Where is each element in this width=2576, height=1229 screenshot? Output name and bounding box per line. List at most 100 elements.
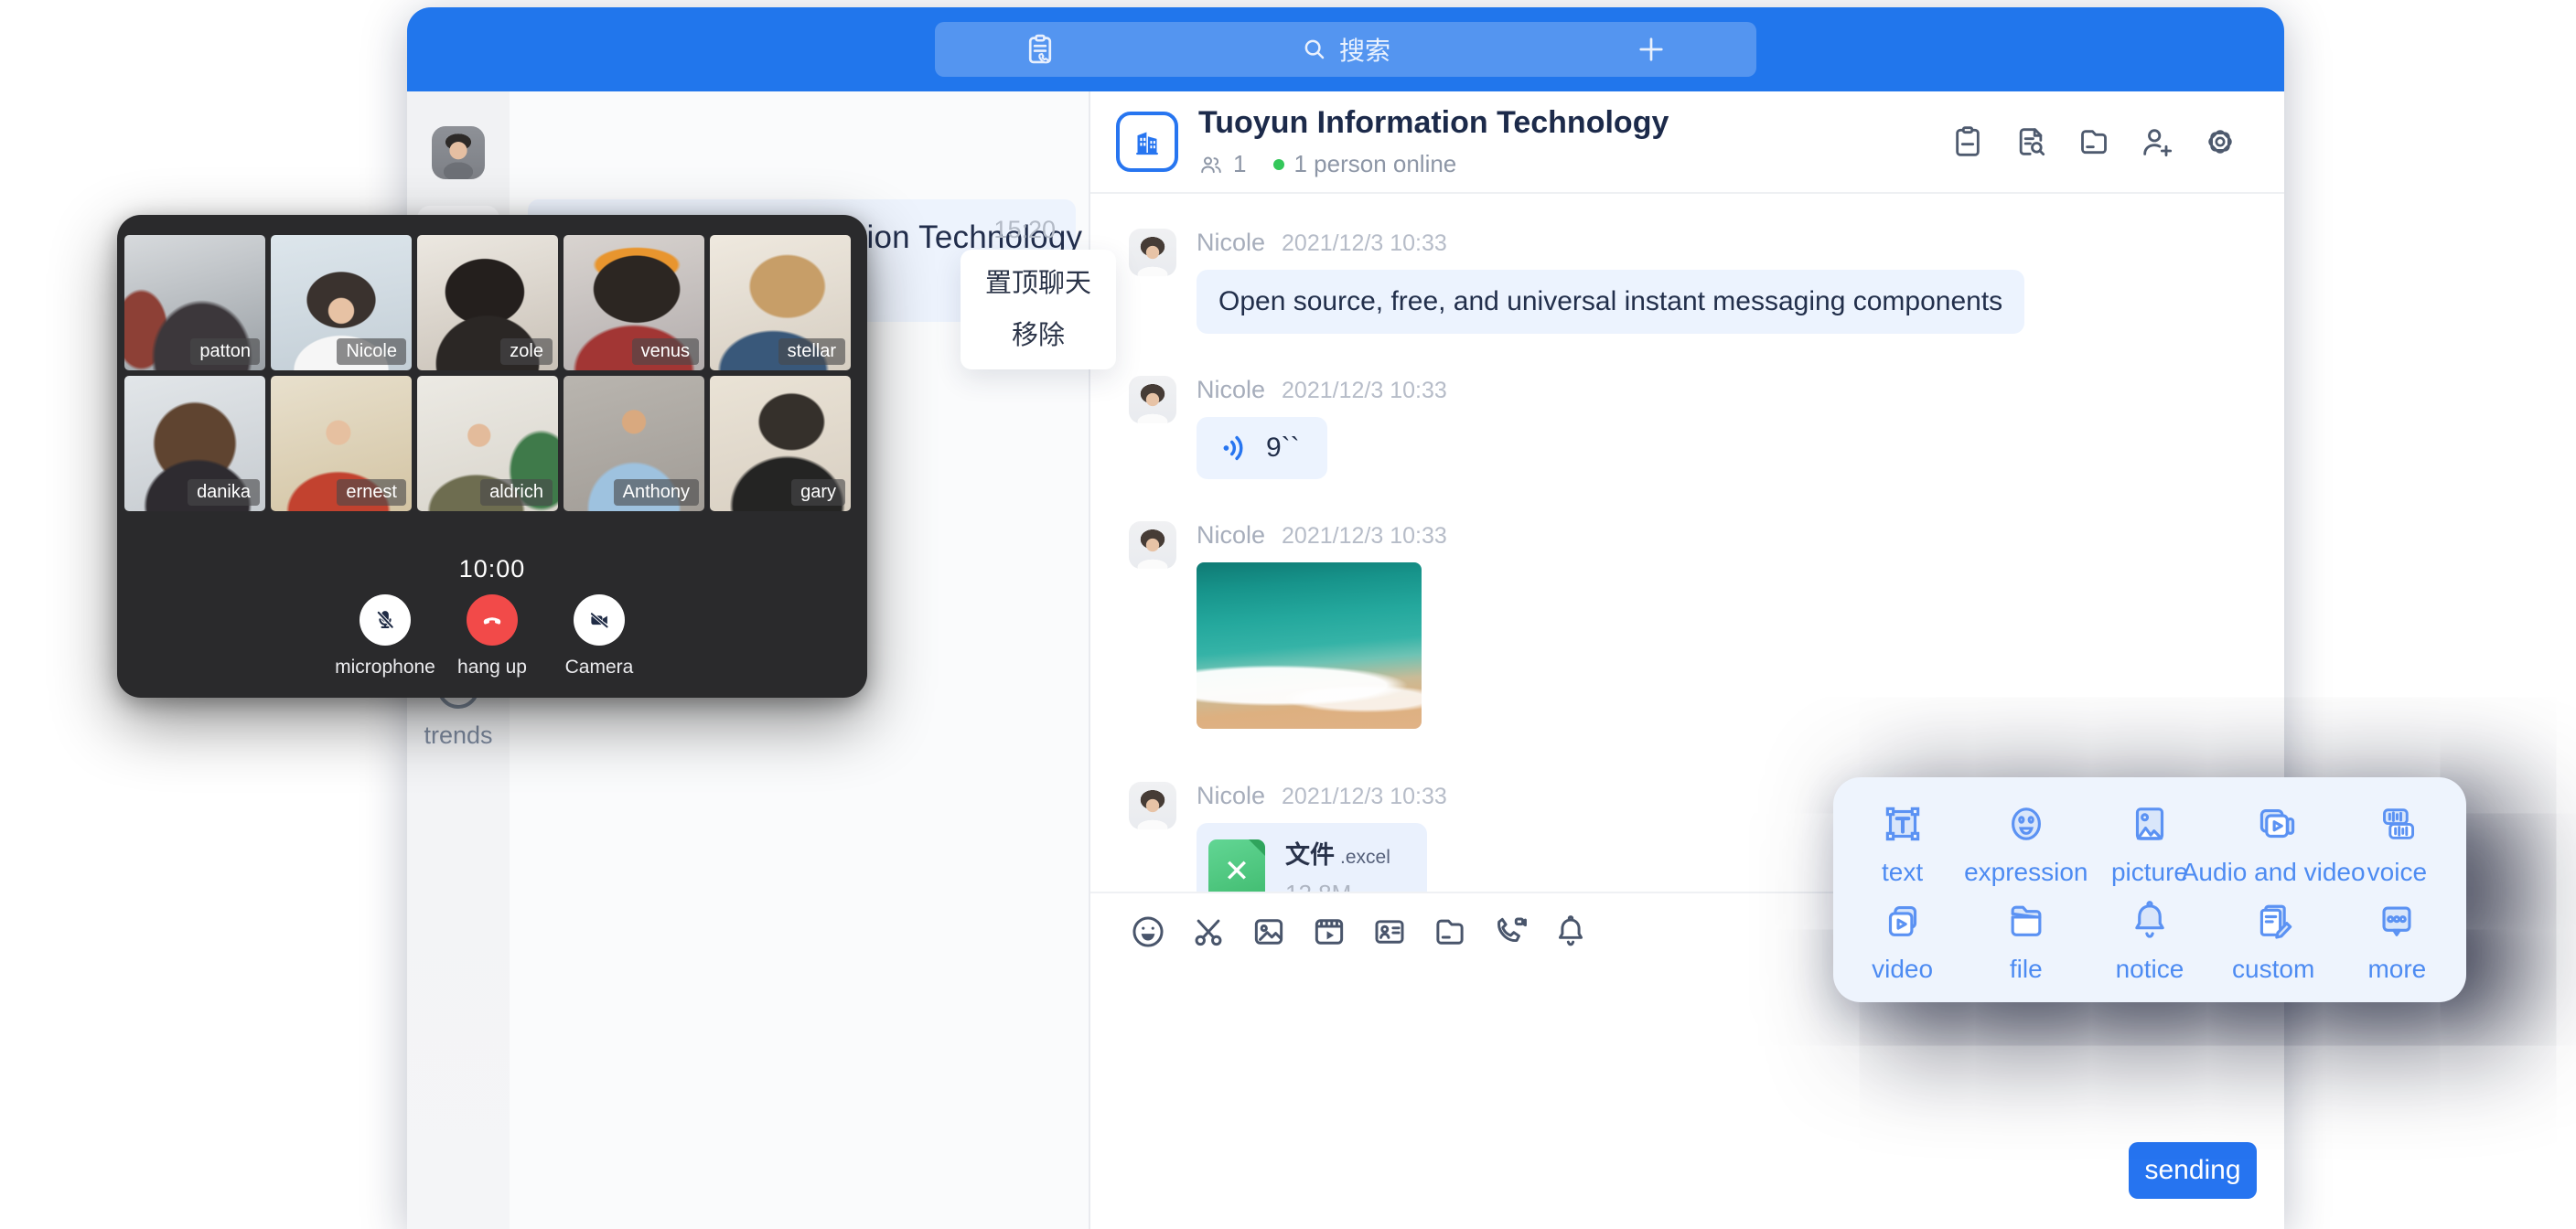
sender-avatar[interactable] xyxy=(1129,782,1176,829)
sender-name: Nicole xyxy=(1197,521,1265,550)
text-icon xyxy=(1878,799,1927,849)
chat-title: Tuoyun Information Technology xyxy=(1198,105,1669,141)
panel-item-expression[interactable]: expression xyxy=(1964,796,2088,887)
online-dot xyxy=(1273,159,1284,170)
participant-name: Anthony xyxy=(614,479,699,506)
video-icon xyxy=(1878,896,1927,946)
sender-name: Nicole xyxy=(1197,782,1265,810)
call-timer: 10:00 xyxy=(124,555,860,583)
send-button[interactable]: sending xyxy=(2129,1142,2257,1199)
panel-item-notice[interactable]: notice xyxy=(2088,892,2211,984)
video-tile[interactable]: danika xyxy=(124,376,265,511)
member-count: 1 xyxy=(1233,150,1246,178)
video-tile[interactable]: Anthony xyxy=(564,376,704,511)
search-box[interactable]: 搜索 xyxy=(1145,22,1546,77)
chat-area: Tuoyun Information Technology 1 1 person… xyxy=(1089,91,2284,1229)
members-icon xyxy=(1198,152,1224,177)
video-tile[interactable]: zole xyxy=(417,235,558,370)
call-log-button[interactable] xyxy=(935,22,1145,77)
message-timestamp: 2021/12/3 10:33 xyxy=(1282,523,1447,550)
panel-item-more[interactable]: more xyxy=(2335,892,2459,984)
file-message[interactable]: ✕ 文件.excel 12.8M xyxy=(1197,823,1427,892)
message-row: Nicole 2021/12/3 10:33 Open source, free… xyxy=(1129,229,2284,334)
compose-area[interactable]: sending xyxy=(1090,970,2284,1229)
sender-avatar[interactable] xyxy=(1129,521,1176,569)
panel-item-audio-video[interactable]: Audio and video xyxy=(2212,796,2335,887)
participant-name: zole xyxy=(500,338,553,365)
context-menu-remove[interactable]: 移除 xyxy=(961,311,1116,360)
call-controls: microphone hang up xyxy=(124,594,860,679)
sender-avatar[interactable] xyxy=(1129,376,1176,423)
video-tile[interactable]: ernest xyxy=(271,376,412,511)
settings-gear-icon[interactable] xyxy=(2202,123,2238,160)
participant-name: stellar xyxy=(778,338,845,365)
panel-item-label: video xyxy=(1872,955,1933,984)
context-menu-pin[interactable]: 置顶聊天 xyxy=(961,259,1116,308)
camera-label: Camera xyxy=(565,657,634,679)
group-icon xyxy=(1116,112,1178,172)
hang-up-button[interactable]: hang up xyxy=(439,594,546,679)
top-search-bar: 搜索 xyxy=(935,22,1756,77)
trends-label: trends xyxy=(424,721,492,750)
participant-name: aldrich xyxy=(480,479,553,506)
hang-up-icon xyxy=(478,606,506,634)
screenshot-scissors-icon[interactable] xyxy=(1189,913,1228,951)
video-call-icon[interactable] xyxy=(1491,913,1530,951)
custom-icon xyxy=(2249,896,2298,946)
chat-header: Tuoyun Information Technology 1 1 person… xyxy=(1090,91,2284,194)
search-icon xyxy=(1301,36,1328,63)
chat-record-search-icon[interactable] xyxy=(2012,123,2049,160)
video-tile[interactable]: venus xyxy=(564,235,704,370)
voice-message[interactable]: 9`` xyxy=(1197,417,1327,479)
message-timestamp: 2021/12/3 10:33 xyxy=(1282,784,1447,810)
participant-name: ernest xyxy=(337,479,406,506)
file-folder-icon[interactable] xyxy=(1431,913,1469,951)
user-avatar[interactable] xyxy=(432,126,485,179)
panel-item-label: file xyxy=(2010,955,2043,984)
message-row: Nicole 2021/12/3 10:33 9`` xyxy=(1129,376,2284,479)
participant-name: venus xyxy=(632,338,699,365)
microphone-toggle[interactable]: microphone xyxy=(332,594,439,679)
screen: 搜索 trends xyxy=(0,0,2576,1229)
panel-item-label: more xyxy=(2367,955,2426,984)
message-timestamp: 2021/12/3 10:33 xyxy=(1282,230,1447,257)
group-notice-icon[interactable] xyxy=(1949,123,1986,160)
video-tile[interactable]: patton xyxy=(124,235,265,370)
video-tile[interactable]: gary xyxy=(710,376,851,511)
camera-toggle[interactable]: Camera xyxy=(546,594,653,679)
video-tile[interactable]: Nicole xyxy=(271,235,412,370)
online-status: 1 person online xyxy=(1293,150,1456,178)
file-folder-icon xyxy=(2002,896,2051,946)
video-tile[interactable]: stellar xyxy=(710,235,851,370)
context-menu: 置顶聊天 移除 xyxy=(961,250,1116,369)
image-message[interactable] xyxy=(1197,562,1422,729)
notice-bell-icon[interactable] xyxy=(1551,913,1590,951)
add-member-icon[interactable] xyxy=(2139,123,2175,160)
add-button[interactable] xyxy=(1546,22,1756,77)
voice-icon xyxy=(2372,799,2421,849)
sender-name: Nicole xyxy=(1197,229,1265,257)
text-message[interactable]: Open source, free, and universal instant… xyxy=(1197,270,2024,334)
contact-card-icon[interactable] xyxy=(1370,913,1409,951)
participant-name: gary xyxy=(791,479,845,506)
panel-item-voice[interactable]: voice xyxy=(2335,796,2459,887)
panel-item-label: picture xyxy=(2111,858,2188,887)
participant-name: patton xyxy=(190,338,260,365)
conversation-time: 15:20 xyxy=(993,216,1056,244)
panel-item-video[interactable]: video xyxy=(1841,892,1964,984)
participant-name: danika xyxy=(188,479,260,506)
panel-item-text[interactable]: text xyxy=(1841,796,1964,887)
excel-file-icon: ✕ xyxy=(1208,839,1265,892)
picture-icon xyxy=(2125,799,2174,849)
video-icon[interactable] xyxy=(1310,913,1348,951)
message-timestamp: 2021/12/3 10:33 xyxy=(1282,378,1447,404)
message-type-panel: text expression picture xyxy=(1833,777,2466,1002)
more-icon xyxy=(2372,896,2421,946)
picture-icon[interactable] xyxy=(1250,913,1288,951)
panel-item-custom[interactable]: custom xyxy=(2212,892,2335,984)
video-tile[interactable]: aldrich xyxy=(417,376,558,511)
panel-item-file[interactable]: file xyxy=(1964,892,2088,984)
file-icon[interactable] xyxy=(2076,123,2112,160)
sender-avatar[interactable] xyxy=(1129,229,1176,276)
emoji-icon[interactable] xyxy=(1129,913,1167,951)
